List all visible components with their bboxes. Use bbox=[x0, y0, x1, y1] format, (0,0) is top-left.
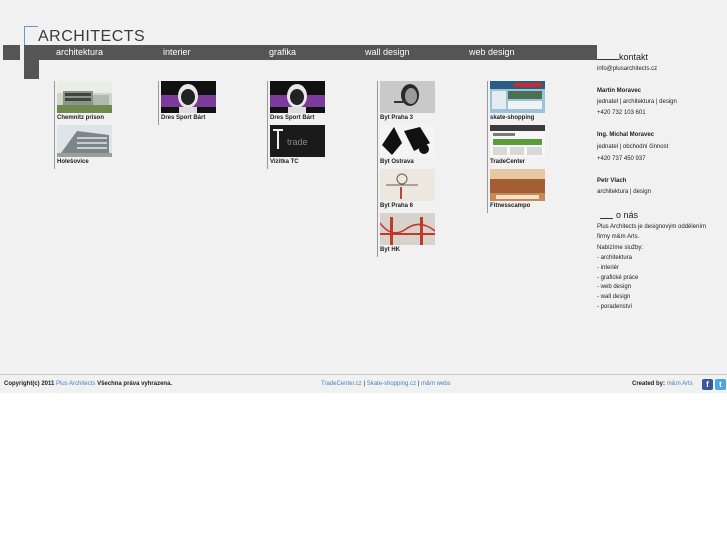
bridge-wall-art-icon[interactable] bbox=[380, 213, 435, 245]
onas-rule bbox=[600, 218, 613, 219]
footer-divider bbox=[0, 374, 727, 375]
project-tile-skate-shopping[interactable]: skate-shopping bbox=[490, 81, 545, 122]
copyright-suffix: Všechna práva vyhrazena. bbox=[97, 381, 173, 387]
project-caption: Byt Praha 6 bbox=[380, 203, 414, 209]
face-wall-art-icon[interactable] bbox=[380, 81, 435, 113]
project-caption: TradeCenter bbox=[490, 159, 526, 165]
about-text: Plus Architects je designovým oddělením bbox=[597, 224, 707, 230]
project-tile-holesovice[interactable]: Holešovice bbox=[57, 125, 112, 166]
project-tile-dres-sport[interactable]: Dres Sport Bárt bbox=[161, 81, 216, 122]
building-photo-icon[interactable] bbox=[57, 125, 112, 157]
person-role: jednatel | obchodní činnost bbox=[597, 144, 669, 150]
mm-arts-link[interactable]: m&m Arts bbox=[667, 381, 693, 387]
nav-web-design[interactable]: web design bbox=[469, 46, 515, 58]
column-divider bbox=[487, 81, 488, 213]
person-role: jednatel | architektura | design bbox=[597, 99, 677, 105]
copyright-prefix: Copyright(c) 2011 bbox=[4, 381, 55, 387]
project-caption: Dres Sport Bárt bbox=[270, 115, 315, 121]
nav-accent-block bbox=[24, 45, 39, 79]
onas-heading: o nás bbox=[616, 210, 639, 220]
project-caption: Vizitka TC bbox=[270, 159, 299, 165]
footer-copyright: Copyright(c) 2011 Plus Architects Všechn… bbox=[4, 380, 172, 388]
project-caption: Byt HK bbox=[380, 247, 401, 253]
project-caption: Chemnitz prison bbox=[57, 115, 105, 121]
nav-interier[interactable]: interier bbox=[163, 46, 191, 58]
column-divider bbox=[377, 81, 378, 257]
created-label: Created by: bbox=[632, 381, 666, 387]
about-text: firmy m&m Arts. bbox=[597, 234, 640, 240]
project-tile-vizitka-tc[interactable]: trade Vizitka TC bbox=[270, 125, 325, 166]
project-tile-byt-praha-3[interactable]: Byt Praha 3 bbox=[380, 81, 435, 122]
project-caption: Fitnesscampo bbox=[490, 203, 531, 209]
sketch-wall-art-icon[interactable] bbox=[380, 169, 435, 201]
project-tile-dres-sport-grafika[interactable]: Dres Sport Bárt bbox=[270, 81, 325, 122]
kontakt-heading: kontakt bbox=[619, 52, 649, 62]
column-divider bbox=[267, 81, 268, 169]
twitter-icon[interactable]: t bbox=[715, 379, 726, 390]
nav-wall-design[interactable]: wall design bbox=[365, 46, 410, 58]
project-caption: Dres Sport Bárt bbox=[161, 115, 206, 121]
project-tile-fitnesscampo[interactable]: Fitnesscampo bbox=[490, 169, 545, 210]
tradecenter-link[interactable]: TradeCenter.cz bbox=[321, 381, 362, 387]
project-tile-byt-praha-6[interactable]: Byt Praha 6 bbox=[380, 169, 435, 210]
building-photo-icon[interactable] bbox=[57, 81, 112, 113]
project-caption: skate-shopping bbox=[490, 115, 535, 121]
person-phone: +420 732 103 601 bbox=[597, 110, 646, 116]
person-name: Petr Vlach bbox=[597, 178, 627, 184]
website-screenshot-icon[interactable] bbox=[490, 125, 545, 157]
project-caption: Byt Praha 3 bbox=[380, 115, 414, 121]
service-item: - wall design bbox=[597, 294, 631, 300]
person-role: architektura | design bbox=[597, 189, 651, 195]
person-name: Ing. Michal Moravec bbox=[597, 132, 655, 138]
website-screenshot-icon[interactable] bbox=[490, 81, 545, 113]
services-intro: Nabízíme služby: bbox=[597, 245, 644, 251]
project-tile-tradecenter[interactable]: TradeCenter bbox=[490, 125, 545, 166]
service-item: - poradenství bbox=[597, 304, 633, 310]
project-tile-byt-hk[interactable]: Byt HK bbox=[380, 213, 435, 254]
portrait-purple-icon[interactable] bbox=[161, 81, 216, 113]
project-tile-chemnitz[interactable]: Chemnitz prison bbox=[57, 81, 112, 122]
column-divider bbox=[54, 81, 55, 169]
service-item: - interiér bbox=[597, 265, 620, 271]
footer-credit: Created by: m&m Arts bbox=[632, 380, 693, 388]
brand-link[interactable]: Plus Architects bbox=[56, 381, 95, 387]
footer-links: TradeCenter.cz | Skate-shopping.cz | m&m… bbox=[321, 380, 451, 388]
portrait-purple-icon[interactable] bbox=[270, 81, 325, 113]
email-link[interactable]: info@plusarchitects.cz bbox=[597, 65, 657, 75]
logo[interactable]: ARCHITECTS bbox=[38, 29, 145, 45]
bw-wall-art-icon[interactable] bbox=[380, 125, 435, 157]
project-tile-byt-ostrava[interactable]: Byt Ostrava bbox=[380, 125, 435, 166]
kontakt-rule bbox=[597, 59, 619, 60]
link-separator: | bbox=[417, 381, 420, 387]
skate-shopping-link[interactable]: Skate-shopping.cz bbox=[367, 381, 416, 387]
website-screenshot-icon[interactable] bbox=[490, 169, 545, 201]
tradecenter-card-icon[interactable]: trade bbox=[270, 125, 325, 157]
nav-grafika[interactable]: grafika bbox=[269, 46, 296, 58]
service-item: - web design bbox=[597, 284, 632, 290]
project-caption: Byt Ostrava bbox=[380, 159, 414, 165]
nav-architektura[interactable]: architektura bbox=[56, 46, 103, 58]
person-name: Martin Moravec bbox=[597, 88, 642, 94]
link-separator: | bbox=[363, 381, 366, 387]
facebook-icon[interactable]: f bbox=[702, 379, 713, 390]
project-caption: Holešovice bbox=[57, 159, 89, 165]
column-divider bbox=[158, 81, 159, 125]
person-phone: +420 737 450 937 bbox=[597, 156, 646, 162]
service-item: - architektura bbox=[597, 255, 633, 261]
mm-webs-link[interactable]: m&m webs bbox=[421, 381, 451, 387]
svg-text:trade: trade bbox=[287, 137, 308, 147]
